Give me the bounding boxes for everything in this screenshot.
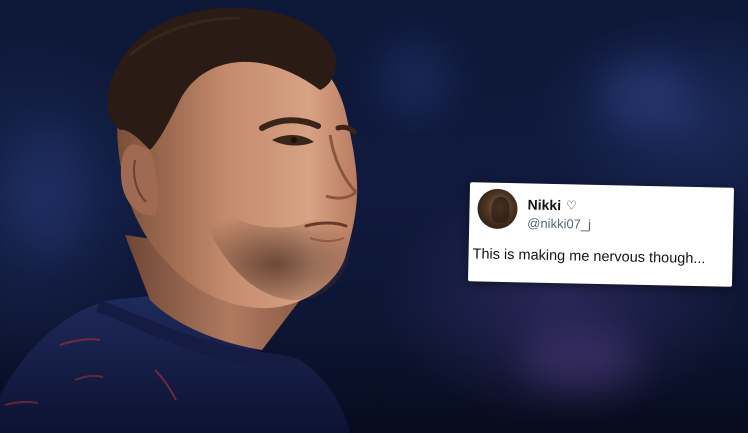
tweet-author-name: Nikki [527,196,562,214]
tweet-text: This is making me nervous though... [472,246,706,268]
tweet-author-handle: @nikki07_j [527,215,592,232]
tweet-card: Nikki ♡ @nikki07_j This is making me ner… [467,182,735,287]
avatar [477,188,518,230]
photo-scene: Nikki ♡ @nikki07_j This is making me ner… [0,0,748,433]
tweet-name-row: Nikki ♡ [527,196,577,213]
avatar-figure [491,196,510,224]
heart-outline-icon: ♡ [565,198,577,213]
